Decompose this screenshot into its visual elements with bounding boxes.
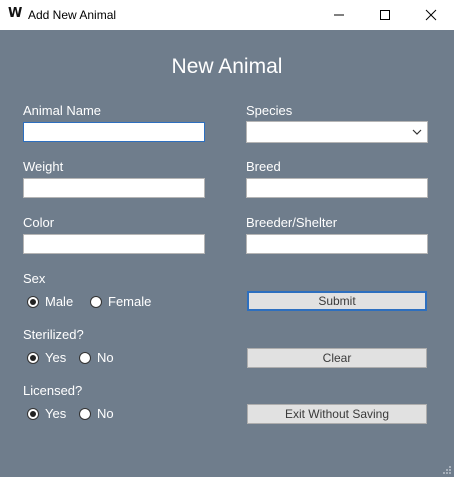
licensed-no-radio[interactable]: No <box>79 406 114 422</box>
minimize-icon <box>334 14 344 16</box>
sterilized-label: Sterilized? <box>23 327 84 342</box>
app-icon: W <box>8 6 23 21</box>
animal-name-label: Animal Name <box>23 103 102 118</box>
exit-without-saving-button[interactable]: Exit Without Saving <box>247 404 427 424</box>
close-icon <box>425 9 437 21</box>
breed-label: Breed <box>246 159 281 174</box>
sex-male-radio[interactable]: Male <box>27 294 73 310</box>
radio-unselected-icon <box>90 296 102 308</box>
maximize-icon <box>380 10 390 20</box>
breeder-shelter-input[interactable] <box>246 234 428 254</box>
sex-female-label: Female <box>108 294 152 309</box>
weight-input[interactable] <box>23 178 205 198</box>
sterilized-yes-radio[interactable]: Yes <box>27 350 66 366</box>
sex-female-radio[interactable]: Female <box>90 294 151 310</box>
licensed-yes-radio[interactable]: Yes <box>27 406 66 422</box>
radio-unselected-icon <box>79 408 91 420</box>
radio-selected-icon <box>27 352 39 364</box>
weight-label: Weight <box>23 159 64 174</box>
color-input[interactable] <box>23 234 205 254</box>
radio-selected-icon <box>27 296 39 308</box>
close-button[interactable] <box>408 0 454 30</box>
sterilized-no-label: No <box>97 350 114 365</box>
resize-grip-icon[interactable] <box>442 465 452 475</box>
radio-selected-icon <box>27 408 39 420</box>
species-label: Species <box>246 103 293 118</box>
window-title: Add New Animal <box>28 8 117 22</box>
chevron-down-icon <box>412 129 422 135</box>
maximize-button[interactable] <box>362 0 408 30</box>
color-label: Color <box>23 215 55 230</box>
sterilized-no-radio[interactable]: No <box>79 350 114 366</box>
species-select[interactable] <box>246 121 428 143</box>
radio-unselected-icon <box>79 352 91 364</box>
title-bar: W Add New Animal <box>0 0 454 30</box>
licensed-yes-label: Yes <box>45 406 67 421</box>
sterilized-yes-label: Yes <box>45 350 67 365</box>
breeder-shelter-label: Breeder/Shelter <box>246 215 338 230</box>
minimize-button[interactable] <box>316 0 362 30</box>
licensed-no-label: No <box>97 406 114 421</box>
clear-button[interactable]: Clear <box>247 348 427 368</box>
sex-male-label: Male <box>45 294 74 309</box>
form-title: New Animal <box>171 55 283 78</box>
licensed-label: Licensed? <box>23 383 83 398</box>
sex-label: Sex <box>23 271 46 286</box>
breed-input[interactable] <box>246 178 428 198</box>
app-window: W Add New Animal New Animal Animal Name … <box>0 0 454 477</box>
animal-name-input[interactable] <box>23 122 205 142</box>
submit-button[interactable]: Submit <box>247 291 427 311</box>
